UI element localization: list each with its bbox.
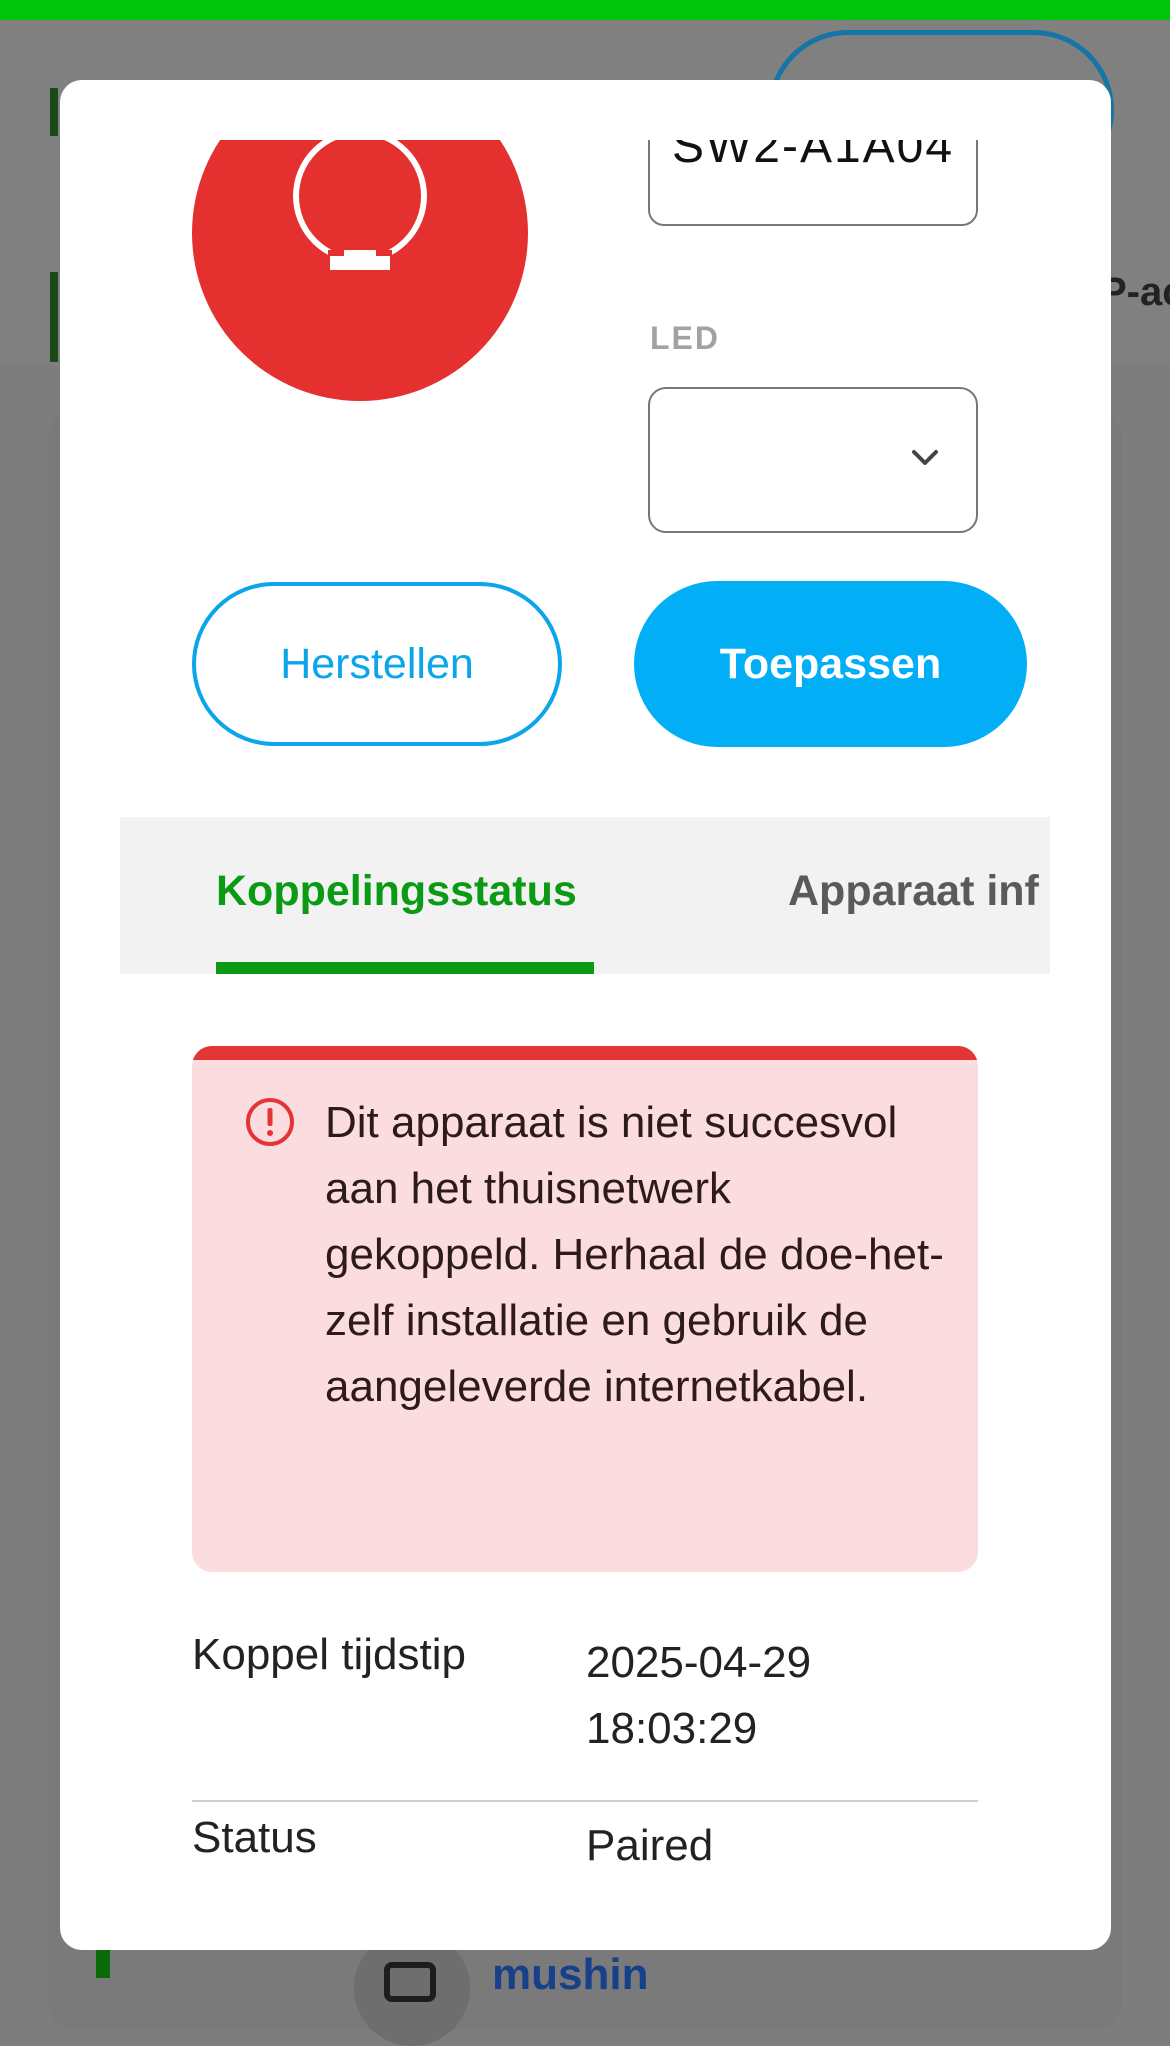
pairing-time-row: Koppel tijdstip 2025-04-29 18:03:29: [192, 1630, 978, 1770]
modal-scroll-area[interactable]: SW2-A1A04 LED Herstellen Toepassen Koppe…: [60, 140, 1111, 1950]
led-label: LED: [650, 320, 720, 356]
background-list-indicator: [96, 1948, 110, 1978]
row-divider: [192, 1800, 978, 1802]
monitor-icon: [384, 1962, 436, 2002]
status-value: Paired: [586, 1821, 714, 1870]
alert-accent-bar: [192, 1046, 978, 1060]
status-label: Status: [192, 1813, 317, 1862]
pairing-date: 2025-04-29: [586, 1638, 812, 1687]
device-status-indicator: [192, 140, 528, 401]
pairing-time-label: Koppel tijdstip: [192, 1630, 466, 1679]
pairing-clock: 18:03:29: [586, 1704, 758, 1753]
alert-message: Dit apparaat is niet succesvol aan het t…: [325, 1098, 944, 1411]
device-name-field[interactable]: SW2-A1A04: [648, 140, 978, 226]
alert-circle-icon: [246, 1098, 294, 1146]
chevron-down-icon: [912, 450, 938, 465]
ring-light-icon: [293, 140, 427, 272]
pairing-time-value: 2025-04-29 18:03:29: [586, 1630, 978, 1762]
background-list-link: mushin: [492, 1950, 649, 1999]
pairing-status-row: Status Paired: [192, 1813, 978, 1883]
reset-button[interactable]: Herstellen: [192, 582, 562, 746]
led-select[interactable]: [648, 387, 978, 533]
tab-pairing-status[interactable]: Koppelingsstatus: [216, 867, 577, 916]
tab-bar: Koppelingsstatus Apparaat inf: [120, 817, 1050, 974]
active-tab-indicator: [216, 962, 594, 974]
background-marker: [50, 272, 58, 362]
tab-device-info[interactable]: Apparaat inf: [788, 867, 1039, 916]
pairing-error-alert: Dit apparaat is niet succesvol aan het t…: [192, 1046, 978, 1572]
background-marker: [50, 88, 58, 136]
apply-button[interactable]: Toepassen: [634, 581, 1027, 747]
device-settings-modal: SW2-A1A04 LED Herstellen Toepassen Koppe…: [60, 80, 1111, 1950]
status-top-bar: [0, 0, 1170, 20]
